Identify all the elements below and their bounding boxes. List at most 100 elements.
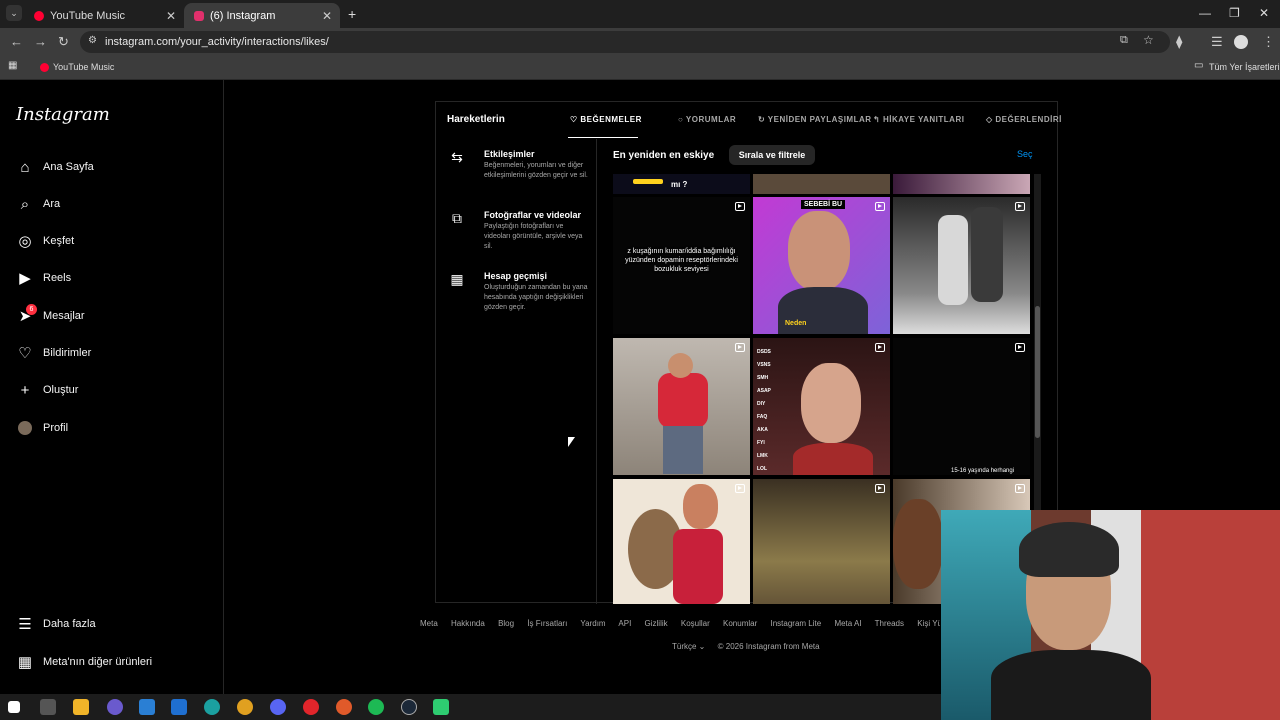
- menu-interactions[interactable]: ⇆ Etkileşimler Beğenmeleri, yorumları ve…: [448, 149, 596, 194]
- reel-icon: [735, 202, 745, 211]
- file-explorer-icon[interactable]: [73, 699, 89, 715]
- footer-link[interactable]: Blog: [498, 619, 514, 628]
- language-select[interactable]: Türkçe ⌄: [672, 642, 705, 651]
- nav-label: Reels: [43, 272, 72, 284]
- tab-story-replies[interactable]: ↰ HİKAYE YANITLARI: [873, 115, 964, 124]
- spotify-icon[interactable]: [368, 699, 384, 715]
- store-icon[interactable]: [139, 699, 155, 715]
- tab-comments[interactable]: ○ YORUMLAR: [678, 115, 736, 124]
- list-item: LOL: [757, 466, 767, 472]
- minimize-icon[interactable]: —: [1199, 6, 1211, 20]
- all-bookmarks-link[interactable]: Tüm Yer İşaretleri: [1209, 62, 1280, 72]
- footer-link[interactable]: Hakkında: [451, 619, 485, 628]
- instagram-logo[interactable]: Instagram: [16, 104, 110, 125]
- liked-post-thumbnail[interactable]: [753, 174, 890, 194]
- nav-reels[interactable]: ▶ Reels: [16, 266, 71, 290]
- forward-icon[interactable]: →: [34, 34, 47, 49]
- footer-link[interactable]: Yardım: [580, 619, 605, 628]
- extensions-icon[interactable]: ⧫: [1176, 34, 1182, 50]
- liked-post-thumbnail[interactable]: [613, 479, 750, 604]
- liked-post-thumbnail[interactable]: [753, 479, 890, 604]
- tab-list-dropdown-icon[interactable]: ⌄: [6, 5, 22, 21]
- nav-notifications[interactable]: ♡ Bildirimler: [16, 341, 91, 365]
- footer-link[interactable]: Meta AI: [834, 619, 861, 628]
- footer-link[interactable]: Instagram Lite: [771, 619, 822, 628]
- browser-tab-instagram[interactable]: (6) Instagram ✕: [184, 3, 340, 28]
- liked-post-thumbnail[interactable]: DSDS VSNS SMH ASAP DIY FAQ AKA FYI LMK L…: [753, 338, 890, 475]
- liked-post-thumbnail[interactable]: [893, 197, 1030, 334]
- nav-create[interactable]: + Oluştur: [16, 378, 79, 402]
- chrome-icon[interactable]: [237, 699, 253, 715]
- footer-link[interactable]: Threads: [875, 619, 904, 628]
- nav-messages[interactable]: ➤ 6 Mesajlar: [16, 304, 85, 328]
- tab-likes[interactable]: ♡ BEĞENMELER: [570, 115, 642, 124]
- site-info-icon[interactable]: ⚙: [88, 35, 97, 46]
- footer-link[interactable]: İş Fırsatları: [527, 619, 567, 628]
- opera-icon[interactable]: [303, 699, 319, 715]
- new-tab-button[interactable]: +: [348, 6, 356, 22]
- reading-list-icon[interactable]: ☰: [1211, 34, 1223, 50]
- select-link[interactable]: Seç: [1017, 149, 1033, 159]
- browser-tab-youtube-music[interactable]: YouTube Music ✕: [24, 3, 184, 28]
- nav-profile[interactable]: Profil: [16, 416, 68, 440]
- menu-account-history[interactable]: ▦ Hesap geçmişi Oluşturduğun zamandan bu…: [448, 271, 596, 316]
- post-image: [633, 179, 663, 184]
- liked-post-thumbnail[interactable]: z kuşağının kumar/iddia bağımlılığı yüzü…: [613, 197, 750, 334]
- tab-reviews[interactable]: ◇ DEĞERLENDİRİ: [986, 115, 1062, 124]
- liked-post-thumbnail[interactable]: 15-16 yaşında herhangi: [893, 338, 1030, 475]
- liked-post-thumbnail[interactable]: mı ?: [613, 174, 750, 194]
- bookmark-star-icon[interactable]: ☆: [1143, 33, 1154, 47]
- folder-icon: ▭: [1194, 60, 1204, 71]
- footer-link[interactable]: Gizlilik: [645, 619, 668, 628]
- scrollbar-thumb[interactable]: [1035, 306, 1040, 438]
- nav-search[interactable]: ⌕ Ara: [16, 192, 60, 216]
- steam-icon[interactable]: [401, 699, 417, 715]
- copilot-icon[interactable]: [107, 699, 123, 715]
- post-caption: SEBEBİ BU: [801, 200, 846, 209]
- close-tab-icon[interactable]: ✕: [166, 9, 176, 23]
- close-tab-icon[interactable]: ✕: [322, 9, 332, 23]
- menu-photos-videos[interactable]: ⧉ Fotoğraflar ve videolar Paylaştığın fo…: [448, 210, 596, 255]
- apps-grid-icon[interactable]: ▦: [8, 60, 17, 71]
- back-icon[interactable]: ←: [10, 34, 23, 49]
- windows-start-icon[interactable]: [8, 701, 20, 713]
- omnibox[interactable]: ⚙ instagram.com/your_activity/interactio…: [80, 31, 1170, 53]
- menu-title: Etkileşimler: [484, 149, 535, 159]
- footer-link[interactable]: Meta: [420, 619, 438, 628]
- nav-meta-products[interactable]: ▦ Meta'nın diğer ürünleri: [16, 650, 152, 674]
- reel-icon: [1015, 484, 1025, 493]
- sort-order-label[interactable]: En yeniden en eskiye: [613, 150, 714, 161]
- tab-reposts[interactable]: ↻ YENİDEN PAYLAŞIMLAR: [758, 115, 872, 124]
- install-app-icon[interactable]: ⧉: [1120, 34, 1128, 47]
- address-toolbar: ← → ↻ ⚙ instagram.com/your_activity/inte…: [0, 28, 1280, 56]
- bookmark-youtube-music[interactable]: YouTube Music: [53, 62, 114, 72]
- liked-post-thumbnail[interactable]: [893, 174, 1030, 194]
- nav-more[interactable]: ☰ Daha fazla: [16, 612, 95, 636]
- post-image: [893, 499, 943, 589]
- footer-bottom: Türkçe ⌄ © 2026 Instagram from Meta: [672, 642, 820, 651]
- restore-icon[interactable]: ❐: [1229, 6, 1240, 20]
- footer-link[interactable]: API: [618, 619, 631, 628]
- panel-title: Hareketlerin: [447, 114, 505, 125]
- list-item: FAQ: [757, 414, 768, 420]
- nav-home[interactable]: ⌂ Ana Sayfa: [16, 155, 93, 179]
- reload-icon[interactable]: ↻: [58, 34, 69, 50]
- footer-links: Meta Hakkında Blog İş Fırsatları Yardım …: [420, 619, 940, 633]
- edge-icon[interactable]: [204, 699, 220, 715]
- browser-menu-icon[interactable]: ⋮: [1262, 34, 1275, 50]
- liked-post-thumbnail[interactable]: [613, 338, 750, 475]
- nav-explore[interactable]: ◎ Keşfet: [16, 229, 74, 253]
- close-window-icon[interactable]: ✕: [1259, 6, 1269, 20]
- liked-post-thumbnail[interactable]: SEBEBİ BU Neden: [753, 197, 890, 334]
- footer-link[interactable]: Kişi Yükleme ve H: [917, 619, 940, 628]
- footer-link[interactable]: Konumlar: [723, 619, 757, 628]
- menu-title: Hesap geçmişi: [484, 271, 548, 281]
- profile-avatar[interactable]: [1234, 35, 1248, 49]
- app-icon[interactable]: [433, 699, 449, 715]
- outlook-icon[interactable]: [171, 699, 187, 715]
- sort-filter-button[interactable]: Sırala ve filtrele: [729, 145, 815, 165]
- discord-icon[interactable]: [270, 699, 286, 715]
- app-icon[interactable]: [336, 699, 352, 715]
- task-view-icon[interactable]: [40, 699, 56, 715]
- footer-link[interactable]: Koşullar: [681, 619, 710, 628]
